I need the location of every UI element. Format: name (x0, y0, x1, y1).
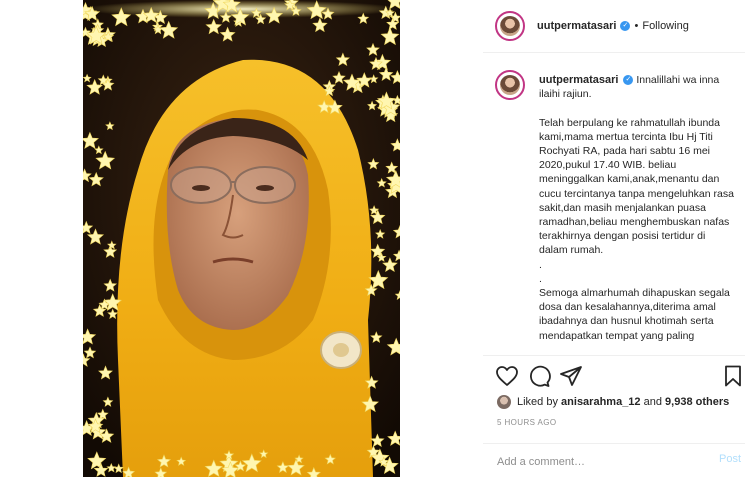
comment-bubble-icon[interactable] (527, 364, 551, 388)
verified-badge-icon: ✓ (620, 21, 631, 31)
comment-bar: Post (483, 443, 745, 478)
likes-summary: Liked by anisarahma_12 and 9,938 others (497, 394, 729, 410)
likes-prefix: Liked by (517, 396, 558, 408)
bookmark-icon[interactable] (721, 364, 745, 388)
caption-scroll-area[interactable]: uutpermatasari ✓ Innalillahi wa inna ila… (483, 53, 745, 356)
liker-avatar[interactable] (497, 395, 511, 409)
caption-author-avatar[interactable] (495, 70, 525, 100)
post-timestamp[interactable]: 5 HOURS AGO (497, 418, 557, 427)
caption-username[interactable]: uutpermatasari (539, 74, 618, 86)
header-separator: • (634, 20, 639, 32)
post-side-panel: uutpermatasari ✓ • Following uutpermatas… (483, 0, 745, 477)
action-bar (483, 362, 745, 392)
liker-username[interactable]: anisarahma_12 (561, 396, 641, 408)
author-username[interactable]: uutpermatasari (537, 20, 616, 32)
post-image[interactable] (83, 0, 400, 477)
comment-input[interactable] (495, 452, 699, 472)
caption-verified-badge-icon: ✓ (623, 75, 634, 86)
caption: uutpermatasari ✓ Innalillahi wa inna ila… (539, 73, 735, 343)
post-comment-button[interactable]: Post (719, 453, 741, 465)
following-button[interactable]: Following (642, 20, 688, 32)
caption-text: Innalillahi wa inna ilaihi rajiun. Telah… (539, 74, 734, 342)
post-header: uutpermatasari ✓ • Following (483, 0, 745, 53)
author-avatar[interactable] (495, 11, 525, 41)
portrait-photo (83, 0, 400, 477)
paper-plane-icon[interactable] (559, 364, 583, 388)
likes-count[interactable]: 9,938 others (665, 396, 729, 408)
heart-icon[interactable] (495, 364, 519, 388)
likes-connector: and (643, 396, 662, 408)
